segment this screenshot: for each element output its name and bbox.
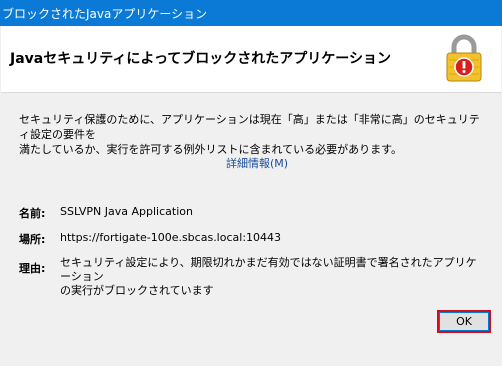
- location-label: 場所:: [19, 233, 46, 246]
- window-title: ブロックされたJavaアプリケーション: [2, 7, 208, 21]
- reason-line-1: セキュリティ設定により、期限切れかまだ有効ではない証明書で署名されたアプリケーシ…: [60, 256, 477, 283]
- reason-value: セキュリティ設定により、期限切れかまだ有効ではない証明書で署名されたアプリケーシ…: [60, 256, 480, 298]
- security-message: セキュリティ保護のために、アプリケーションは現在「高」または「非常に高」のセキュ…: [19, 112, 489, 157]
- reason-label: 理由:: [19, 262, 46, 275]
- more-info-link[interactable]: 詳細情報(M): [226, 155, 288, 171]
- dialog-header: Javaセキュリティによってブロックされたアプリケーション: [1, 26, 501, 93]
- ok-button[interactable]: OK: [437, 310, 491, 333]
- warning-lock-icon: [446, 34, 482, 82]
- reason-line-2: の実行がブロックされています: [60, 284, 214, 297]
- name-label: 名前:: [19, 207, 46, 220]
- message-line-1: セキュリティ保護のために、アプリケーションは現在「高」または「非常に高」のセキュ…: [19, 113, 480, 141]
- title-bar: ブロックされたJavaアプリケーション: [0, 0, 502, 26]
- name-value: SSLVPN Java Application: [60, 205, 193, 218]
- dialog-heading: Javaセキュリティによってブロックされたアプリケーション: [10, 51, 391, 67]
- location-value: https://fortigate-100e.sbcas.local:10443: [60, 231, 282, 244]
